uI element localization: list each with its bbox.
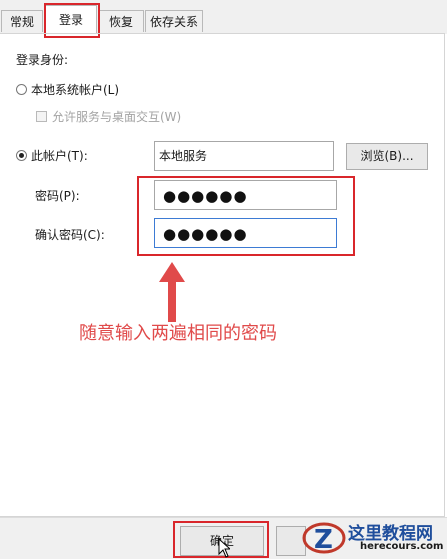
password-label: 密码(P): — [35, 189, 80, 203]
logon-as-label: 登录身份: — [16, 53, 69, 67]
browse-button[interactable]: 浏览(B)... — [346, 143, 428, 170]
tab-dependencies[interactable]: 依存关系 — [145, 10, 203, 32]
annotation-arrow-icon — [159, 262, 185, 322]
browse-label: 浏览(B)... — [360, 149, 414, 163]
confirm-password-label: 确认密码(C): — [35, 228, 105, 242]
tab-general[interactable]: 常规 — [1, 10, 43, 32]
annotation-text: 随意输入两遍相同的密码 — [79, 323, 277, 344]
svg-text:Z: Z — [314, 525, 333, 555]
interact-desktop-label: 允许服务与桌面交互(W) — [52, 110, 182, 124]
tab-label: 常规 — [9, 15, 34, 29]
tab-label: 依存关系 — [149, 15, 198, 29]
tab-recovery[interactable]: 恢复 — [98, 10, 144, 32]
highlight-password-fields — [137, 176, 355, 256]
local-system-radio[interactable] — [16, 84, 27, 95]
account-name-input[interactable]: 本地服务 — [154, 141, 334, 171]
watermark: Z 这里教程网 herecours.com — [302, 515, 447, 558]
interact-desktop-checkbox[interactable] — [36, 111, 47, 122]
local-system-label[interactable]: 本地系统帐户(L) — [31, 81, 119, 98]
mouse-cursor-icon — [218, 538, 230, 558]
watermark-url: herecours.com — [360, 541, 444, 552]
watermark-logo-icon: Z — [302, 522, 346, 555]
this-account-radio[interactable] — [16, 150, 27, 161]
tab-label: 恢复 — [108, 15, 133, 29]
tab-content-panel — [0, 33, 445, 517]
account-name-value: 本地服务 — [159, 149, 208, 163]
this-account-label[interactable]: 此帐户(T): — [31, 147, 88, 164]
